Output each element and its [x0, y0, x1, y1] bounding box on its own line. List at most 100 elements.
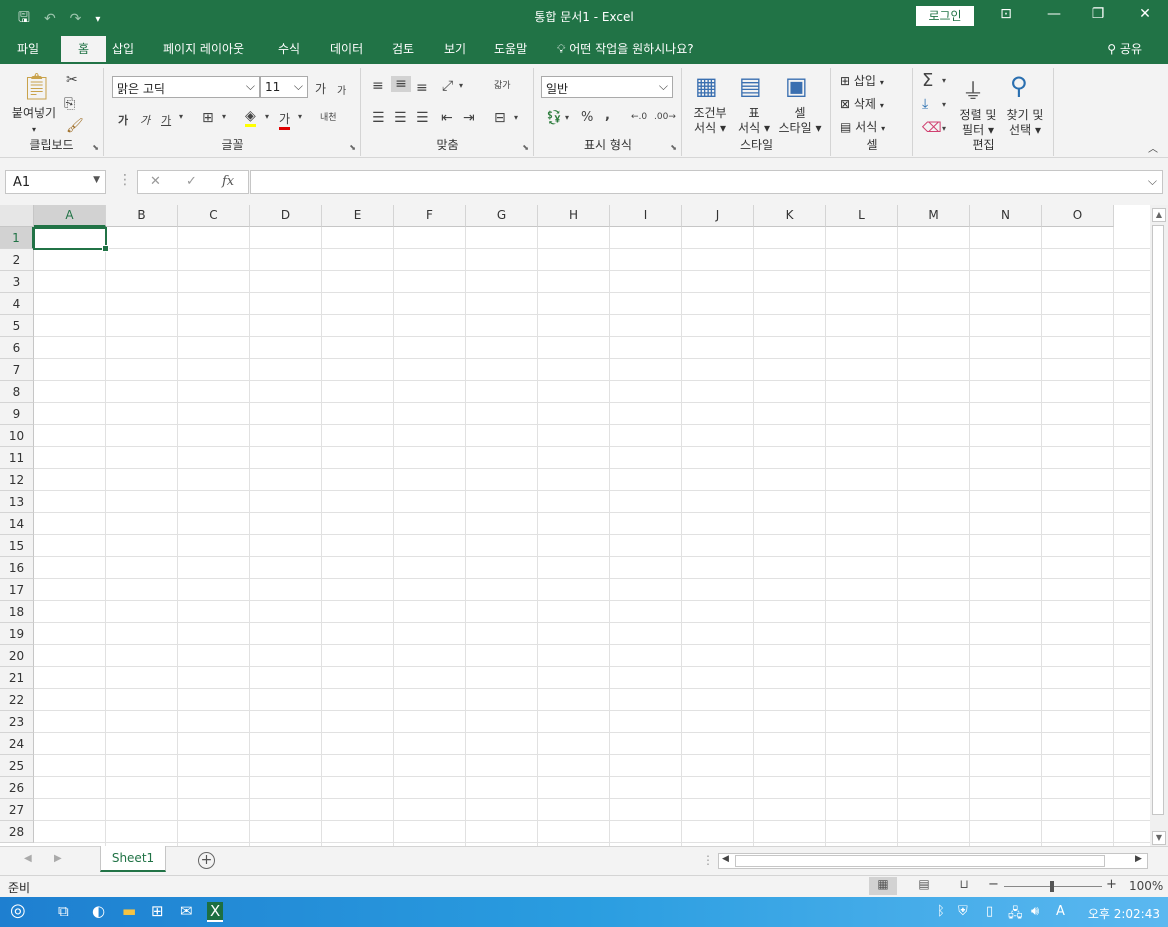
- file-explorer-icon[interactable]: ▬: [122, 902, 136, 920]
- tell-me-search[interactable]: 💡︎ 어떤 작업을 원하시나요?: [557, 40, 694, 57]
- comma-icon[interactable]: ,: [605, 108, 610, 123]
- chevron-down-icon[interactable]: ▾: [942, 76, 946, 85]
- fill-icon[interactable]: ⤓: [922, 96, 928, 112]
- format-cells-button[interactable]: ▤ 서식 ▾: [840, 120, 885, 136]
- row-header-8[interactable]: 8: [0, 381, 34, 403]
- usb-icon[interactable]: ▯: [986, 904, 993, 919]
- font-color-icon[interactable]: 가: [279, 110, 291, 130]
- decrease-indent-icon[interactable]: ⇤: [441, 110, 453, 126]
- taskbar-clock[interactable]: 오후 2:02:43: [1088, 905, 1160, 922]
- row-header-3[interactable]: 3: [0, 271, 34, 293]
- fill-color-icon[interactable]: ◈: [245, 108, 256, 127]
- increase-indent-icon[interactable]: ⇥: [463, 110, 475, 126]
- chevron-down-icon[interactable]: ▾: [265, 112, 269, 121]
- tab-insert[interactable]: 삽입: [112, 40, 134, 57]
- prev-sheet-icon[interactable]: ◀: [24, 853, 32, 864]
- column-header-g[interactable]: G: [466, 205, 538, 227]
- insert-cells-button[interactable]: ⊞ 삽입 ▾: [840, 74, 884, 90]
- tab-formulas[interactable]: 수식: [278, 40, 300, 57]
- select-all-button[interactable]: [0, 205, 34, 227]
- cancel-icon[interactable]: ✕: [150, 174, 161, 189]
- mail-icon[interactable]: ✉: [180, 902, 193, 920]
- normal-view-icon[interactable]: ▦: [869, 877, 897, 895]
- row-header-4[interactable]: 4: [0, 293, 34, 315]
- row-header-25[interactable]: 25: [0, 755, 34, 777]
- format-painter-icon[interactable]: 🖌︎: [66, 118, 84, 134]
- login-button[interactable]: 로그인: [916, 6, 974, 26]
- tab-page-layout[interactable]: 페이지 레이아웃: [163, 40, 244, 57]
- shrink-font-icon[interactable]: 가: [337, 82, 346, 97]
- column-header-j[interactable]: J: [682, 205, 754, 227]
- align-center-icon[interactable]: ☰: [394, 110, 407, 126]
- column-header-c[interactable]: C: [178, 205, 250, 227]
- column-header-o[interactable]: O: [1042, 205, 1114, 227]
- find-select-button[interactable]: 찾기 및 선택 ▾: [1000, 108, 1050, 138]
- volume-icon[interactable]: 🔊︎: [1031, 904, 1039, 919]
- add-sheet-icon[interactable]: +: [198, 852, 215, 869]
- underline-icon[interactable]: 가: [161, 112, 171, 128]
- row-header-11[interactable]: 11: [0, 447, 34, 469]
- row-header-21[interactable]: 21: [0, 667, 34, 689]
- row-header-16[interactable]: 16: [0, 557, 34, 579]
- copy-icon[interactable]: ⎘: [64, 96, 75, 112]
- column-header-n[interactable]: N: [970, 205, 1042, 227]
- dialog-launcher-icon[interactable]: ⬊: [349, 143, 356, 152]
- chevron-down-icon[interactable]: ▾: [222, 112, 226, 121]
- insert-function-icon[interactable]: fx: [222, 174, 234, 189]
- dialog-launcher-icon[interactable]: ⬊: [92, 143, 99, 152]
- align-bottom-icon[interactable]: ≡: [416, 80, 428, 96]
- delete-cells-button[interactable]: ⊠ 삭제 ▾: [840, 97, 884, 113]
- wrap-text-icon[interactable]: 갋가: [494, 78, 511, 91]
- scroll-left-icon[interactable]: ◀: [722, 854, 729, 864]
- zoom-in-icon[interactable]: +: [1106, 877, 1117, 892]
- tab-view[interactable]: 보기: [444, 40, 466, 57]
- expand-formula-bar-icon[interactable]: ⌵: [1148, 174, 1157, 189]
- decrease-decimal-icon[interactable]: .00→: [654, 112, 676, 122]
- ime-indicator[interactable]: A: [1056, 904, 1065, 919]
- paste-icon[interactable]: 📋︎: [20, 72, 53, 102]
- horizontal-scrollbar[interactable]: ◀ ▶: [718, 853, 1148, 869]
- clear-icon[interactable]: ⌫: [922, 120, 942, 136]
- increase-decimal-icon[interactable]: ←.0: [631, 112, 647, 122]
- cell-area[interactable]: [34, 227, 1150, 846]
- zoom-slider-knob[interactable]: [1050, 881, 1054, 892]
- tab-home[interactable]: 홈: [61, 36, 107, 64]
- row-header-2[interactable]: 2: [0, 249, 34, 271]
- align-left-icon[interactable]: ☰: [372, 110, 385, 126]
- find-select-icon[interactable]: ⚲: [1010, 72, 1028, 100]
- next-sheet-icon[interactable]: ▶: [54, 853, 62, 864]
- dialog-launcher-icon[interactable]: ⬊: [670, 143, 677, 152]
- column-header-e[interactable]: E: [322, 205, 394, 227]
- formula-input[interactable]: ⌵: [250, 170, 1163, 194]
- cut-icon[interactable]: ✂: [66, 72, 78, 88]
- row-header-1[interactable]: 1: [0, 227, 34, 249]
- merge-center-icon[interactable]: ⊟: [494, 110, 506, 126]
- scroll-down-icon[interactable]: ▼: [1152, 831, 1166, 845]
- chevron-down-icon[interactable]: ▾: [459, 81, 463, 90]
- tab-help[interactable]: 도움말: [494, 40, 527, 57]
- format-as-table-button[interactable]: 표 서식 ▾: [733, 106, 775, 136]
- column-header-f[interactable]: F: [394, 205, 466, 227]
- column-header-k[interactable]: K: [754, 205, 826, 227]
- row-header-5[interactable]: 5: [0, 315, 34, 337]
- row-header-26[interactable]: 26: [0, 777, 34, 799]
- edge-icon[interactable]: ◐: [92, 902, 105, 920]
- row-header-19[interactable]: 19: [0, 623, 34, 645]
- row-header-24[interactable]: 24: [0, 733, 34, 755]
- page-break-view-icon[interactable]: ⊔: [950, 877, 978, 895]
- security-icon[interactable]: ⛨: [958, 904, 968, 919]
- row-header-17[interactable]: 17: [0, 579, 34, 601]
- start-icon[interactable]: ◎: [10, 900, 26, 921]
- collapse-ribbon-icon[interactable]: ︿: [1148, 140, 1158, 155]
- column-header-b[interactable]: B: [106, 205, 178, 227]
- enter-icon[interactable]: ✓: [186, 174, 197, 189]
- percent-icon[interactable]: %: [581, 110, 593, 125]
- grow-font-icon[interactable]: 가: [315, 80, 326, 97]
- store-icon[interactable]: ⊞: [151, 902, 164, 920]
- paste-button[interactable]: 붙여넣기 ▾: [8, 106, 60, 137]
- row-header-6[interactable]: 6: [0, 337, 34, 359]
- autosum-icon[interactable]: Σ: [922, 70, 933, 91]
- row-header-20[interactable]: 20: [0, 645, 34, 667]
- split-grip-icon[interactable]: ⋮: [702, 853, 714, 867]
- row-header-14[interactable]: 14: [0, 513, 34, 535]
